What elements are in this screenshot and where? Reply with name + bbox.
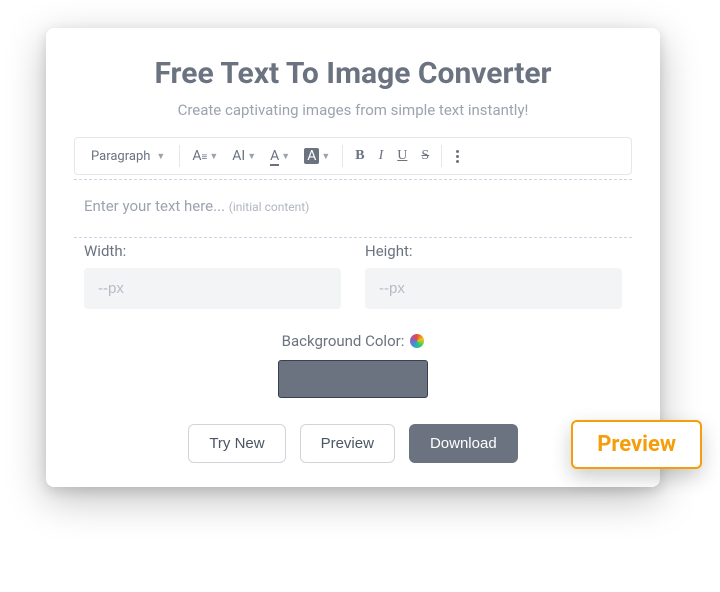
page-title: Free Text To Image Converter [74,56,632,91]
separator [441,145,442,167]
height-column: Height: [365,242,622,309]
divider [74,237,632,238]
color-wheel-icon [410,334,424,348]
button-row: Try New Preview Download [74,424,632,463]
font-family-button[interactable]: A≡ ▼ [186,144,224,168]
strikethrough-button[interactable]: S [415,144,435,168]
width-input[interactable] [84,268,341,309]
background-section: Background Color: [74,331,632,398]
editor-toolbar: Paragraph ▼ A≡ ▼ AI ▼ A ▼ A ▼ B I U S [74,137,632,175]
highlight-button[interactable]: A ▼ [298,144,336,168]
highlight-icon: A [304,148,319,164]
chevron-down-icon: ▼ [209,151,218,162]
chevron-down-icon: ▼ [247,151,256,162]
page-subtitle: Create captivating images from simple te… [74,101,632,119]
divider [74,179,632,180]
font-size-icon: AI [232,148,245,164]
font-size-button[interactable]: AI ▼ [226,144,262,168]
paragraph-select[interactable]: Paragraph ▼ [83,145,173,168]
background-color-picker[interactable] [278,360,428,398]
dimensions-row: Width: Height: [74,242,632,309]
text-color-button[interactable]: A ▼ [264,144,296,168]
italic-button[interactable]: I [373,144,390,168]
preview-button[interactable]: Preview [300,424,395,463]
chevron-down-icon: ▼ [321,151,330,162]
more-options-button[interactable] [448,146,467,167]
height-label: Height: [365,242,622,260]
dot-icon [456,155,459,158]
strike-icon: S [421,148,429,164]
width-label: Width: [84,242,341,260]
paragraph-label: Paragraph [91,149,150,164]
converter-card: Free Text To Image Converter Create capt… [46,28,660,487]
background-label: Background Color: [282,332,425,350]
dot-icon [456,160,459,163]
separator [179,145,180,167]
download-button[interactable]: Download [409,424,518,463]
try-new-button[interactable]: Try New [188,424,285,463]
chevron-down-icon: ▼ [281,151,290,162]
chevron-down-icon: ▼ [156,151,165,162]
bold-button[interactable]: B [349,144,370,168]
underline-icon: U [397,148,407,164]
editor-placeholder: Enter your text here... (initial content… [84,197,309,215]
separator [342,145,343,167]
underline-button[interactable]: U [391,144,413,168]
preview-badge: Preview [571,420,702,469]
dot-icon [456,150,459,153]
text-color-icon: A [270,148,279,164]
font-family-icon: A≡ [192,148,207,164]
height-input[interactable] [365,268,622,309]
text-editor[interactable]: Enter your text here... (initial content… [74,184,632,233]
width-column: Width: [84,242,341,309]
